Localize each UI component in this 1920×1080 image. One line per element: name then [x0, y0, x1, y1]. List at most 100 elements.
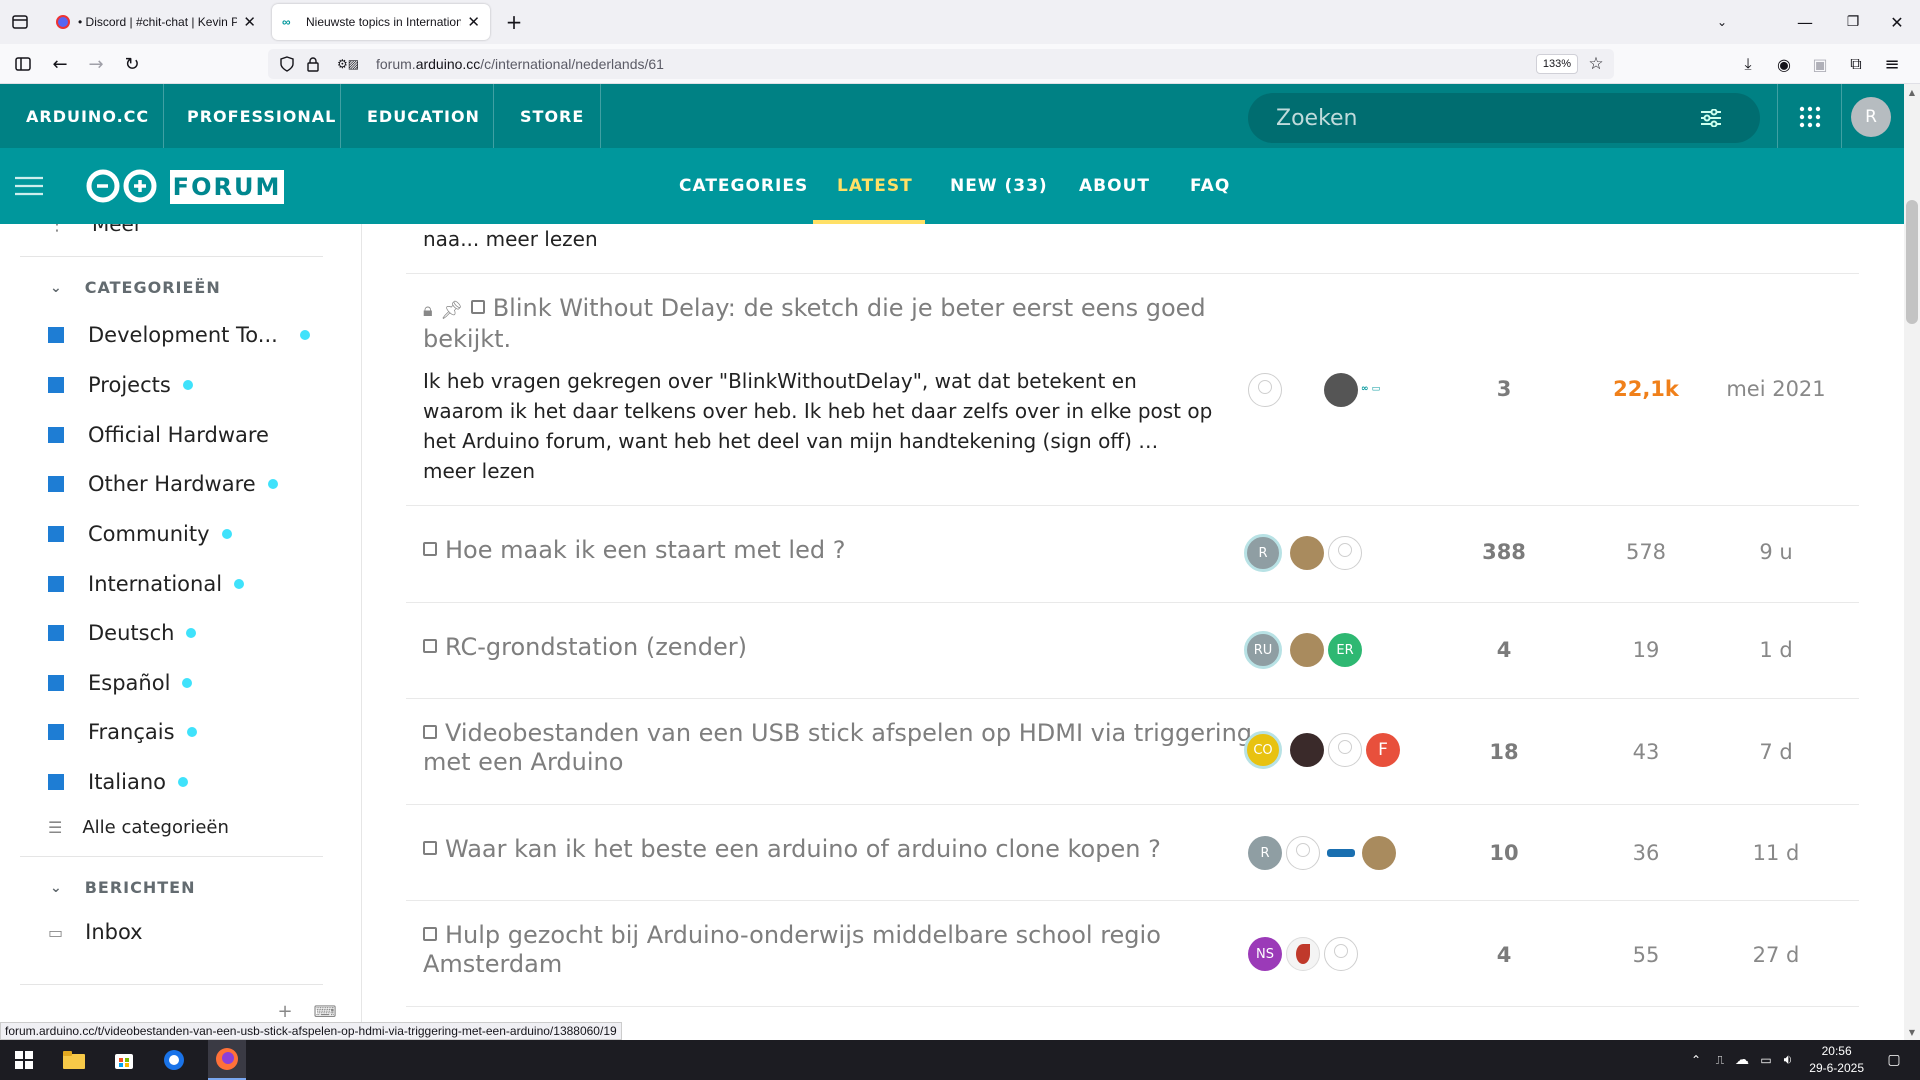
activity-time[interactable]: 27 d	[1706, 943, 1846, 967]
extensions-puzzle-icon[interactable]: ⧉	[1844, 52, 1868, 76]
avatar[interactable]: R	[1244, 534, 1282, 572]
messages-heading[interactable]: ⌄ BERICHTEN	[50, 878, 196, 897]
shield-icon[interactable]	[278, 55, 296, 73]
user-avatar[interactable]: R	[1851, 97, 1891, 137]
lock-icon[interactable]	[304, 55, 322, 73]
topic-title[interactable]: Hulp gezocht bij Arduino-onderwijs midde…	[423, 921, 1161, 979]
permissions-icon[interactable]: ⚙▨	[330, 55, 366, 73]
apps-grid-icon[interactable]	[1797, 104, 1823, 130]
forum-tab-new[interactable]: NEW (33)	[950, 148, 1048, 224]
sidebar-category-official-hardware[interactable]: Official Hardware	[48, 420, 269, 450]
new-tab-icon[interactable]: +	[502, 10, 526, 34]
forum-tab-about[interactable]: ABOUT	[1079, 148, 1150, 224]
categories-heading[interactable]: ⌄ CATEGORIEËN	[50, 278, 221, 297]
avatar[interactable]	[1324, 373, 1358, 407]
avatar[interactable]	[1290, 733, 1324, 767]
scroll-down-arrow-icon[interactable]: ▼	[1906, 1026, 1918, 1038]
topic-title[interactable]: Videobestanden van een USB stick afspele…	[423, 719, 1252, 777]
avatar[interactable]	[1362, 836, 1396, 870]
avatar[interactable]	[1286, 836, 1320, 870]
sidebar-category-development-tools[interactable]: Development To...	[48, 320, 310, 350]
topic-title[interactable]: 🔒︎ 📌︎ Blink Without Delay: de sketch die…	[423, 294, 1206, 354]
close-tab-icon[interactable]: ✕	[243, 13, 256, 31]
notification-icon[interactable]: ▢	[1880, 1046, 1908, 1074]
topic-row[interactable]: Hulp gezocht bij Arduino-onderwijs midde…	[406, 901, 1859, 1007]
avatar[interactable]: F	[1366, 733, 1400, 767]
scroll-up-arrow-icon[interactable]: ▲	[1906, 86, 1918, 98]
avatar[interactable]: CO	[1244, 731, 1282, 769]
firefox-icon[interactable]	[208, 1040, 246, 1080]
avatar[interactable]: RU	[1244, 631, 1282, 669]
nav-store[interactable]: STORE	[520, 84, 584, 148]
sidebar-more-link[interactable]: ⋮ Meer	[48, 224, 142, 236]
sidebar-category-francais[interactable]: Français	[48, 717, 197, 747]
search-filter-icon[interactable]	[1698, 105, 1724, 131]
menu-icon[interactable]: ≡	[1880, 52, 1904, 76]
nav-education[interactable]: EDUCATION	[367, 84, 480, 148]
sidebar-toggle-icon[interactable]	[12, 54, 34, 74]
taskbar-clock[interactable]: 20:56 29-6-2025	[1809, 1043, 1864, 1077]
sidebar-category-italiano[interactable]: Italiano	[48, 767, 188, 797]
back-arrow-icon[interactable]: ←	[48, 52, 72, 76]
zoom-level-badge[interactable]: 133%	[1536, 54, 1578, 74]
download-icon[interactable]: ⤓	[1736, 52, 1760, 76]
windows-start-icon[interactable]	[10, 1046, 38, 1074]
nav-professional[interactable]: PROFESSIONAL	[187, 84, 336, 148]
avatar[interactable]	[1324, 937, 1358, 971]
sidebar-category-projects[interactable]: Projects	[48, 370, 193, 400]
restore-icon[interactable]: ❐	[1838, 10, 1868, 34]
avatar[interactable]	[1290, 633, 1324, 667]
avatar[interactable]	[1248, 373, 1282, 407]
activity-time[interactable]: mei 2021	[1706, 377, 1846, 401]
sidebar-category-community[interactable]: Community	[48, 519, 232, 549]
topic-title[interactable]: Waar kan ik het beste een arduino of ard…	[423, 835, 1161, 864]
sidebar-category-deutsch[interactable]: Deutsch	[48, 618, 197, 648]
reload-icon[interactable]: ↻	[120, 52, 144, 76]
keyboard-icon[interactable]: ⌨	[313, 1002, 336, 1021]
search-input[interactable]	[1276, 103, 1676, 133]
avatar[interactable]: ER	[1328, 633, 1362, 667]
activity-time[interactable]: 7 d	[1706, 740, 1846, 764]
tab-list-icon[interactable]	[8, 12, 32, 32]
forward-arrow-icon[interactable]: →	[84, 52, 108, 76]
topic-title[interactable]: Hoe maak ik een staart met led ?	[423, 536, 845, 565]
sidebar-category-other-hardware[interactable]: Other Hardware	[48, 469, 278, 499]
sidebar-all-categories[interactable]: ☰ Alle categorieën	[48, 817, 229, 838]
forum-tab-faq[interactable]: FAQ	[1190, 148, 1230, 224]
minimize-icon[interactable]: —	[1790, 10, 1820, 34]
store-icon[interactable]	[110, 1046, 138, 1074]
sidebar-category-international[interactable]: International	[48, 569, 245, 599]
nav-arduino-cc[interactable]: ARDUINO.CC	[26, 84, 149, 148]
avatar[interactable]	[1324, 836, 1358, 870]
file-explorer-icon[interactable]	[60, 1046, 88, 1074]
account-icon[interactable]: ◉	[1772, 52, 1796, 76]
avatar[interactable]	[1286, 937, 1320, 971]
topic-row[interactable]: Waar kan ik het beste een arduino of ard…	[406, 805, 1859, 901]
topic-row[interactable]: RC-grondstation (zender) RU ER 4 19 1 d	[406, 603, 1859, 699]
volume-icon[interactable]: 🔉︎	[1774, 1046, 1802, 1074]
avatar[interactable]	[1290, 536, 1324, 570]
avatar[interactable]	[1328, 733, 1362, 767]
arduino-logo-icon[interactable]	[84, 168, 160, 204]
topic-row-pinned[interactable]: 🔒︎ 📌︎ Blink Without Delay: de sketch die…	[406, 274, 1859, 506]
activity-time[interactable]: 1 d	[1706, 638, 1846, 662]
topic-excerpt[interactable]: Ik heb vragen gekregen over "BlinkWithou…	[423, 366, 1213, 486]
topic-row[interactable]: Videobestanden van een USB stick afspele…	[406, 699, 1859, 805]
forum-tab-categories[interactable]: CATEGORIES	[679, 148, 808, 224]
avatar[interactable]: NS	[1248, 937, 1282, 971]
topic-title[interactable]: RC-grondstation (zender)	[423, 633, 747, 662]
sidebar-category-espanol[interactable]: Español	[48, 668, 193, 698]
url-text[interactable]: forum.arduino.cc/c/international/nederla…	[376, 56, 664, 72]
tab-arduino-forum[interactable]: ∞ Nieuwste topics in International ✕	[272, 4, 490, 40]
hamburger-menu-icon[interactable]	[14, 174, 44, 198]
activity-time[interactable]: 11 d	[1706, 841, 1846, 865]
extension-box-icon[interactable]: ▣	[1808, 52, 1832, 76]
forum-logo-label[interactable]: FORUM	[170, 170, 284, 204]
topic-excerpt[interactable]: naa... meer lezen	[423, 224, 1213, 254]
avatar[interactable]: R	[1248, 836, 1282, 870]
close-tab-icon[interactable]: ✕	[467, 13, 480, 31]
tab-discord[interactable]: • Discord | #chit-chat | Kevin Po ✕	[46, 4, 266, 40]
chevron-down-icon[interactable]: ⌄	[1712, 12, 1732, 32]
close-window-icon[interactable]: ✕	[1882, 10, 1912, 34]
sidebar-inbox[interactable]: ▭ Inbox	[48, 920, 143, 944]
